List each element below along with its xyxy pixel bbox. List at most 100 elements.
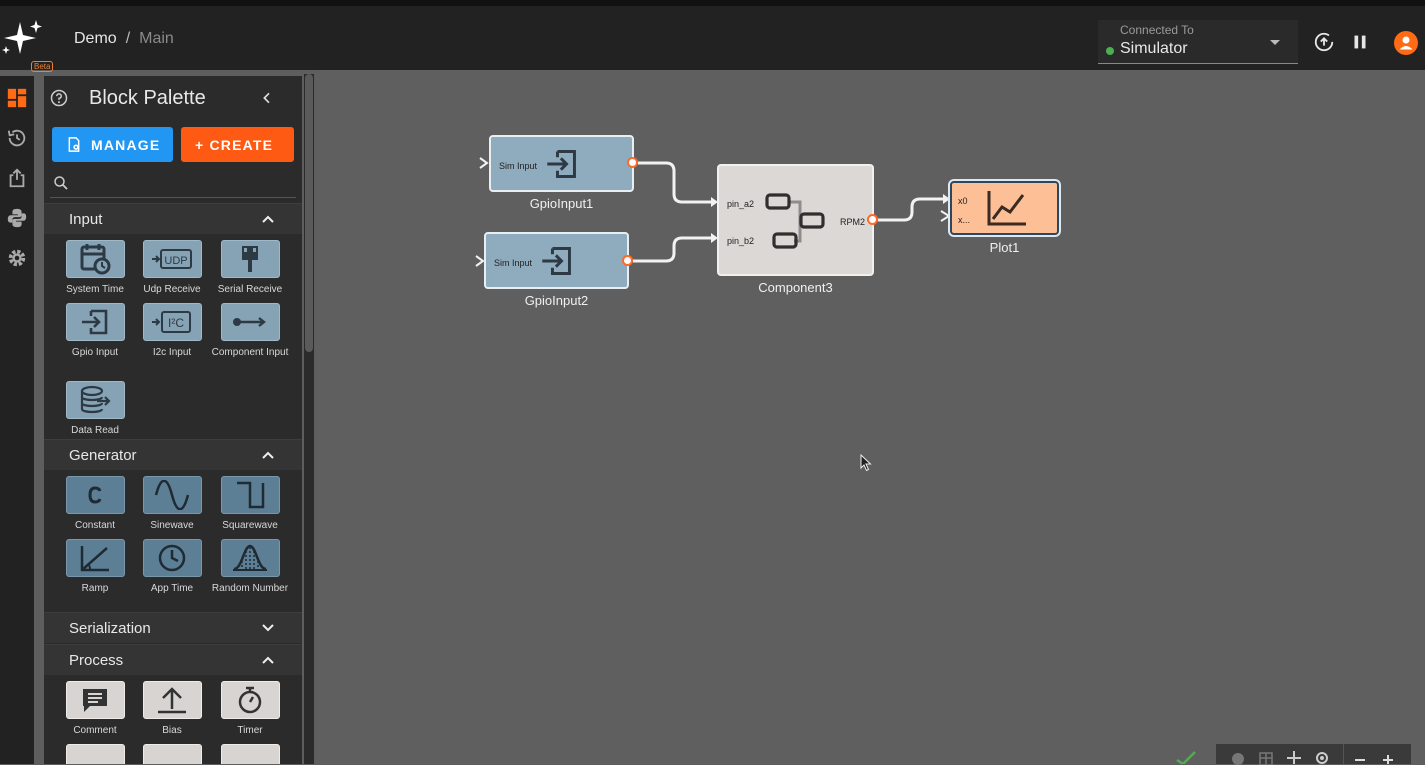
- input-pin-label: x...: [958, 215, 971, 225]
- block-caption: GpioInput1: [529, 196, 594, 211]
- block-label: System Time: [66, 284, 124, 295]
- block-comment[interactable]: Comment: [56, 681, 134, 738]
- section-input-title: Input: [69, 211, 103, 228]
- gpio-input-block-1[interactable]: Sim Input: [489, 135, 634, 192]
- block-constant[interactable]: Constant: [56, 476, 134, 533]
- check-icon: [1176, 751, 1196, 764]
- breadcrumb-page: Main: [139, 30, 174, 47]
- block-data-read[interactable]: Data Read: [56, 381, 134, 438]
- block-process-more-3[interactable]: [211, 744, 289, 764]
- search-input[interactable]: [76, 174, 286, 194]
- block-caption: Plot1: [989, 240, 1020, 255]
- gpio-input-block-2[interactable]: Sim Input: [484, 232, 629, 289]
- info-icon[interactable]: [1230, 751, 1246, 765]
- component-block[interactable]: pin_a2 pin_b2 RPM2: [717, 164, 874, 276]
- sinewave-icon: [154, 480, 190, 510]
- top-bar: Beta Demo / Main Connected To Simulator: [0, 0, 1425, 72]
- section-input[interactable]: Input: [44, 203, 302, 234]
- upload-status-icon[interactable]: [1313, 31, 1335, 53]
- pause-icon[interactable]: [1349, 31, 1371, 53]
- output-pin-label: RPM2: [839, 217, 865, 227]
- python-icon[interactable]: [6, 207, 28, 229]
- block-label: Comment: [73, 725, 117, 736]
- i2c-input-icon: I²C: [152, 311, 191, 333]
- block-label: Data Read: [71, 425, 119, 436]
- block-udp-receive[interactable]: UDP Udp Receive: [133, 240, 211, 297]
- recenter-icon[interactable]: [1314, 750, 1330, 764]
- block-gpio-input[interactable]: Gpio Input: [56, 303, 134, 360]
- svg-text:I²C: I²C: [168, 316, 184, 330]
- stopwatch-icon: [238, 686, 262, 714]
- squarewave-icon: [237, 481, 265, 509]
- block-process-more-2[interactable]: [133, 744, 211, 764]
- plot-block[interactable]: x0 x...: [950, 181, 1059, 235]
- block-label: Serial Receive: [217, 284, 283, 295]
- palette-header: Block Palette: [44, 76, 302, 120]
- collapse-panel-icon[interactable]: [259, 90, 275, 106]
- block-system-time[interactable]: System Time: [56, 240, 134, 297]
- output-port[interactable]: [622, 255, 633, 266]
- comment-icon: [83, 689, 107, 712]
- block-serial-receive[interactable]: Serial Receive: [211, 240, 289, 297]
- dashboard-icon[interactable]: [6, 87, 28, 109]
- block-i2c-input[interactable]: I²C I2c Input: [133, 303, 211, 360]
- zoom-in-icon[interactable]: [1381, 750, 1395, 764]
- block-inner-label: Sim Input: [494, 258, 533, 268]
- scrollbar-thumb[interactable]: [305, 74, 313, 352]
- section-process[interactable]: Process: [44, 644, 302, 675]
- divider: [1343, 744, 1344, 764]
- block-random-number[interactable]: Random Number: [211, 539, 289, 596]
- help-icon[interactable]: [50, 89, 68, 107]
- section-process-title: Process: [69, 652, 124, 669]
- ramp-icon: [80, 546, 109, 572]
- create-button[interactable]: + CREATE: [181, 127, 294, 162]
- block-bias[interactable]: Bias: [133, 681, 211, 738]
- section-serialization[interactable]: Serialization: [44, 612, 302, 643]
- serial-plug-icon: [242, 246, 258, 272]
- section-generator-title: Generator: [69, 447, 137, 464]
- account-icon[interactable]: [1394, 31, 1418, 55]
- output-port[interactable]: [867, 214, 878, 225]
- block-inner-label: Sim Input: [499, 161, 538, 171]
- manage-button[interactable]: MANAGE: [52, 127, 173, 162]
- block-process-more-1[interactable]: [56, 744, 134, 764]
- zoom-out-icon[interactable]: [1353, 752, 1367, 764]
- beta-badge: Beta: [31, 61, 54, 72]
- constant-c-icon: [88, 486, 102, 504]
- section-generator[interactable]: Generator: [44, 439, 302, 470]
- block-component-input[interactable]: Component Input: [211, 303, 289, 360]
- diagram-canvas[interactable]: Sim Input GpioInput1 Sim Input GpioInput…: [316, 70, 1425, 764]
- search-field[interactable]: [50, 172, 296, 198]
- search-icon: [54, 176, 68, 190]
- mouse-cursor-icon: [860, 454, 872, 472]
- clock-icon: [158, 544, 186, 572]
- block-app-time[interactable]: App Time: [133, 539, 211, 596]
- export-icon[interactable]: [6, 167, 28, 189]
- block-label: Bias: [162, 725, 182, 736]
- bell-curve-icon: [233, 544, 267, 571]
- connection-select[interactable]: Connected To Simulator: [1098, 20, 1298, 64]
- block-sinewave[interactable]: Sinewave: [133, 476, 211, 533]
- line-chart-icon: [987, 191, 1026, 226]
- grid-icon[interactable]: [1258, 751, 1274, 765]
- login-arrow-icon: [547, 150, 576, 178]
- history-icon[interactable]: [6, 127, 28, 149]
- manage-icon: [68, 137, 80, 152]
- block-caption: Component3: [758, 280, 833, 295]
- app-logo[interactable]: Beta: [0, 20, 56, 72]
- palette-title: Block Palette: [89, 87, 206, 109]
- palette-scrollbar[interactable]: [304, 74, 314, 764]
- manage-label: MANAGE: [91, 137, 161, 153]
- svg-text:UDP: UDP: [164, 255, 187, 267]
- output-port[interactable]: [627, 157, 638, 168]
- block-label: Component Input: [211, 347, 289, 358]
- settings-icon[interactable]: [6, 247, 28, 269]
- block-squarewave[interactable]: Squarewave: [211, 476, 289, 533]
- block-ramp[interactable]: Ramp: [56, 539, 134, 596]
- block-label: Squarewave: [222, 520, 278, 531]
- block-timer[interactable]: Timer: [211, 681, 289, 738]
- block-label: Ramp: [81, 583, 109, 594]
- component-input-icon: [233, 317, 266, 327]
- pan-icon[interactable]: [1286, 750, 1302, 764]
- breadcrumb-project[interactable]: Demo: [74, 30, 117, 47]
